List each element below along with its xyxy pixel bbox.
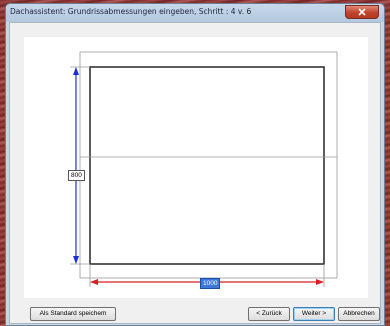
height-arrow-top (73, 67, 79, 75)
height-arrow-bottom (73, 256, 79, 264)
floor-plan-outline (89, 66, 325, 265)
close-icon (358, 8, 366, 16)
height-value-field[interactable]: 800 (68, 170, 85, 181)
close-button[interactable] (345, 5, 379, 19)
dialog-client-area: 800 1000 Als Standard speichem < Zurück … (9, 22, 381, 324)
width-arrow-left (90, 279, 98, 285)
roof-wizard-dialog: Dachassistent: Grundrissabmessungen eing… (5, 3, 385, 326)
floor-plan-canvas: 800 1000 (24, 37, 368, 298)
title-bar: Dachassistent: Grundrissabmessungen eing… (6, 4, 384, 22)
back-button[interactable]: < Zurück (248, 307, 290, 321)
cancel-button[interactable]: Abbrechen (338, 307, 380, 321)
width-arrow-right (316, 279, 324, 285)
window-title: Dachassistent: Grundrissabmessungen eing… (10, 7, 252, 16)
save-as-default-button[interactable]: Als Standard speichem (30, 307, 116, 321)
width-value-field[interactable]: 1000 (200, 278, 221, 289)
outer-boundary (79, 51, 338, 279)
next-button[interactable]: Weiter > (293, 307, 335, 321)
floor-plan-drawing (70, 51, 338, 287)
